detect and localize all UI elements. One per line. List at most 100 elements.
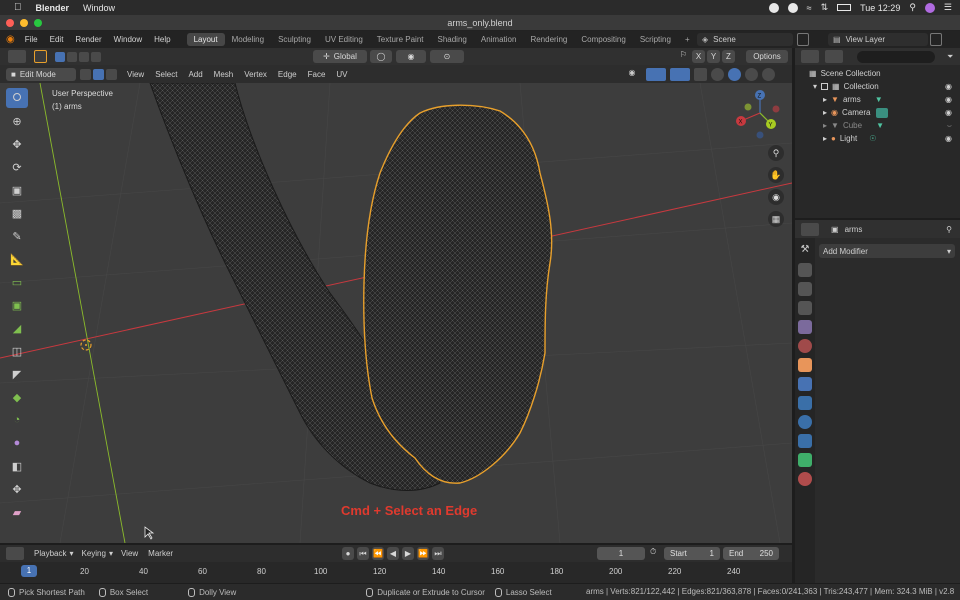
spin-tool-icon[interactable]: ◔ (6, 410, 28, 430)
tool-tab-icon[interactable]: ⚒ (798, 244, 812, 258)
menubar-window[interactable]: Window (83, 3, 115, 13)
viewport-menu-add[interactable]: Add (188, 70, 202, 79)
apple-icon[interactable]:  (14, 2, 22, 13)
expand-arrow-icon[interactable]: ▸ (823, 108, 827, 117)
outliner-item-cube[interactable]: ▸ ▼ Cube ▼ ⌣ (809, 119, 960, 132)
eye-icon[interactable]: ◉ (945, 108, 952, 117)
viewport-menu-edge[interactable]: Edge (278, 70, 297, 79)
options-dropdown[interactable]: Options (746, 50, 788, 63)
visibility-icon[interactable]: ◉ (622, 68, 642, 81)
face-select-icon[interactable] (106, 68, 117, 80)
menu-help[interactable]: Help (148, 35, 176, 44)
end-frame-field[interactable]: End 250 (723, 547, 779, 560)
menubar-app-name[interactable]: Blender (36, 3, 70, 13)
cursor-tool-icon[interactable]: ⊕ (6, 111, 28, 131)
material-tab-icon[interactable] (798, 472, 812, 486)
properties-editor-type-icon[interactable] (801, 222, 819, 236)
zoom-window-button[interactable] (34, 19, 42, 27)
timeline-menu-keying[interactable]: Keying (81, 549, 105, 558)
pivot-dropdown[interactable]: ◯ (370, 50, 392, 63)
menu-render[interactable]: Render (69, 35, 107, 44)
checkbox-icon[interactable] (821, 83, 829, 90)
mode-dropdown[interactable]: ■ Edit Mode (6, 67, 76, 81)
expand-arrow-icon[interactable]: ▸ (823, 95, 827, 104)
modifier-tab-icon[interactable] (798, 377, 812, 391)
playhead-frame[interactable]: 1 (21, 565, 37, 577)
battery-icon[interactable] (837, 4, 852, 11)
add-workspace-button[interactable]: + (678, 33, 697, 46)
smooth-tool-icon[interactable]: ● (6, 433, 28, 453)
tab-sculpting[interactable]: Sculpting (271, 33, 318, 46)
camera-view-icon[interactable]: ◉ (768, 189, 784, 205)
mode-new-icon[interactable] (55, 51, 65, 62)
navigation-gizmo[interactable]: X Y Z (736, 90, 780, 139)
world-tab-icon[interactable] (798, 339, 812, 353)
vertex-select-icon[interactable] (80, 68, 91, 80)
new-scene-button[interactable] (797, 33, 809, 46)
mode-subtract-icon[interactable] (79, 51, 89, 62)
siri-icon[interactable] (924, 2, 935, 13)
bevel-tool-icon[interactable]: ◢ (6, 318, 28, 338)
rendered-shading-icon[interactable] (762, 68, 775, 81)
tab-layout[interactable]: Layout (186, 33, 225, 46)
3d-viewport[interactable]: X Y Z User Perspective (1) arms Cmd + Se… (0, 83, 792, 543)
jump-start-icon[interactable]: ⏮ (357, 547, 369, 560)
timeline-menu-playback[interactable]: Playback (34, 549, 66, 558)
expand-arrow-icon[interactable]: ▸ (823, 121, 827, 130)
snap-dropdown[interactable]: ◉ (396, 50, 426, 63)
tab-rendering[interactable]: Rendering (523, 33, 574, 46)
transform-tool-icon[interactable]: ▩ (6, 203, 28, 223)
output-tab-icon[interactable] (798, 282, 812, 296)
material-shading-icon[interactable] (745, 68, 758, 81)
hidden-eye-icon[interactable]: ⌣ (947, 121, 952, 131)
poly-build-tool-icon[interactable]: ◆ (6, 387, 28, 407)
inset-tool-icon[interactable]: ▣ (6, 295, 28, 315)
xray-toggle-icon[interactable] (694, 68, 707, 81)
eye-icon[interactable]: ◉ (945, 134, 952, 143)
blender-logo-icon[interactable]: ◉ (6, 34, 15, 45)
view-layer-tab-icon[interactable] (798, 301, 812, 315)
menu-window[interactable]: Window (108, 35, 148, 44)
timeline-menu-view[interactable]: View (121, 549, 138, 558)
edge-select-icon[interactable] (93, 68, 104, 80)
outliner-collection[interactable]: ▾ ▦ Collection ◉ (809, 80, 960, 93)
mirror-x-toggle[interactable]: X (692, 50, 705, 63)
mode-extend-icon[interactable] (67, 51, 77, 62)
zoom-icon[interactable]: ⚲ (768, 145, 784, 161)
reverse-play-icon[interactable]: ◀ (387, 547, 399, 560)
pin-icon[interactable]: ⚲ (946, 225, 952, 234)
next-key-icon[interactable]: ⏩ (417, 547, 429, 560)
menubar-clock[interactable]: Tue 12:29 (860, 3, 900, 13)
jump-end-icon[interactable]: ⏭ (432, 547, 444, 560)
play-icon[interactable]: ▶ (402, 547, 414, 560)
render-tab-icon[interactable] (798, 263, 812, 277)
bluetooth-icon[interactable]: ⇅ (821, 2, 829, 13)
data-tab-icon[interactable] (798, 453, 812, 467)
editor-type-icon[interactable] (8, 50, 26, 63)
move-tool-icon[interactable]: ✥ (6, 134, 28, 154)
mirror-y-toggle[interactable]: Y (707, 50, 720, 63)
cloud-icon[interactable] (787, 2, 798, 13)
tab-uv-editing[interactable]: UV Editing (318, 33, 370, 46)
scene-tab-icon[interactable] (798, 320, 812, 334)
start-frame-field[interactable]: Start 1 (664, 547, 720, 560)
close-window-button[interactable] (6, 19, 14, 27)
eye-icon[interactable]: ◉ (945, 95, 952, 104)
outliner-display-mode-icon[interactable] (825, 50, 843, 63)
viewport-menu-select[interactable]: Select (155, 70, 177, 79)
expand-arrow-icon[interactable]: ▾ (813, 82, 817, 91)
timeline-editor-type-icon[interactable] (6, 547, 24, 560)
view-layer-selector[interactable]: ▤ View Layer (828, 33, 928, 46)
tab-modeling[interactable]: Modeling (225, 33, 271, 46)
minimize-window-button[interactable] (20, 19, 28, 27)
timeline-menu-marker[interactable]: Marker (148, 549, 173, 558)
shear-tool-icon[interactable]: ▰ (6, 502, 28, 522)
select-tool-icon[interactable]: ⭘ (6, 88, 28, 108)
gizmo-toggle-icon[interactable] (646, 68, 666, 81)
scene-selector[interactable]: ◈ Scene (697, 33, 793, 46)
outliner-item-arms[interactable]: ▸ ▼ arms ▼ ◉ (809, 93, 960, 106)
spotlight-icon[interactable]: ⚲ (909, 2, 916, 13)
tab-shading[interactable]: Shading (431, 33, 474, 46)
pan-hand-icon[interactable]: ✋ (768, 167, 784, 183)
wifi-icon[interactable]: ≈ (807, 3, 812, 13)
